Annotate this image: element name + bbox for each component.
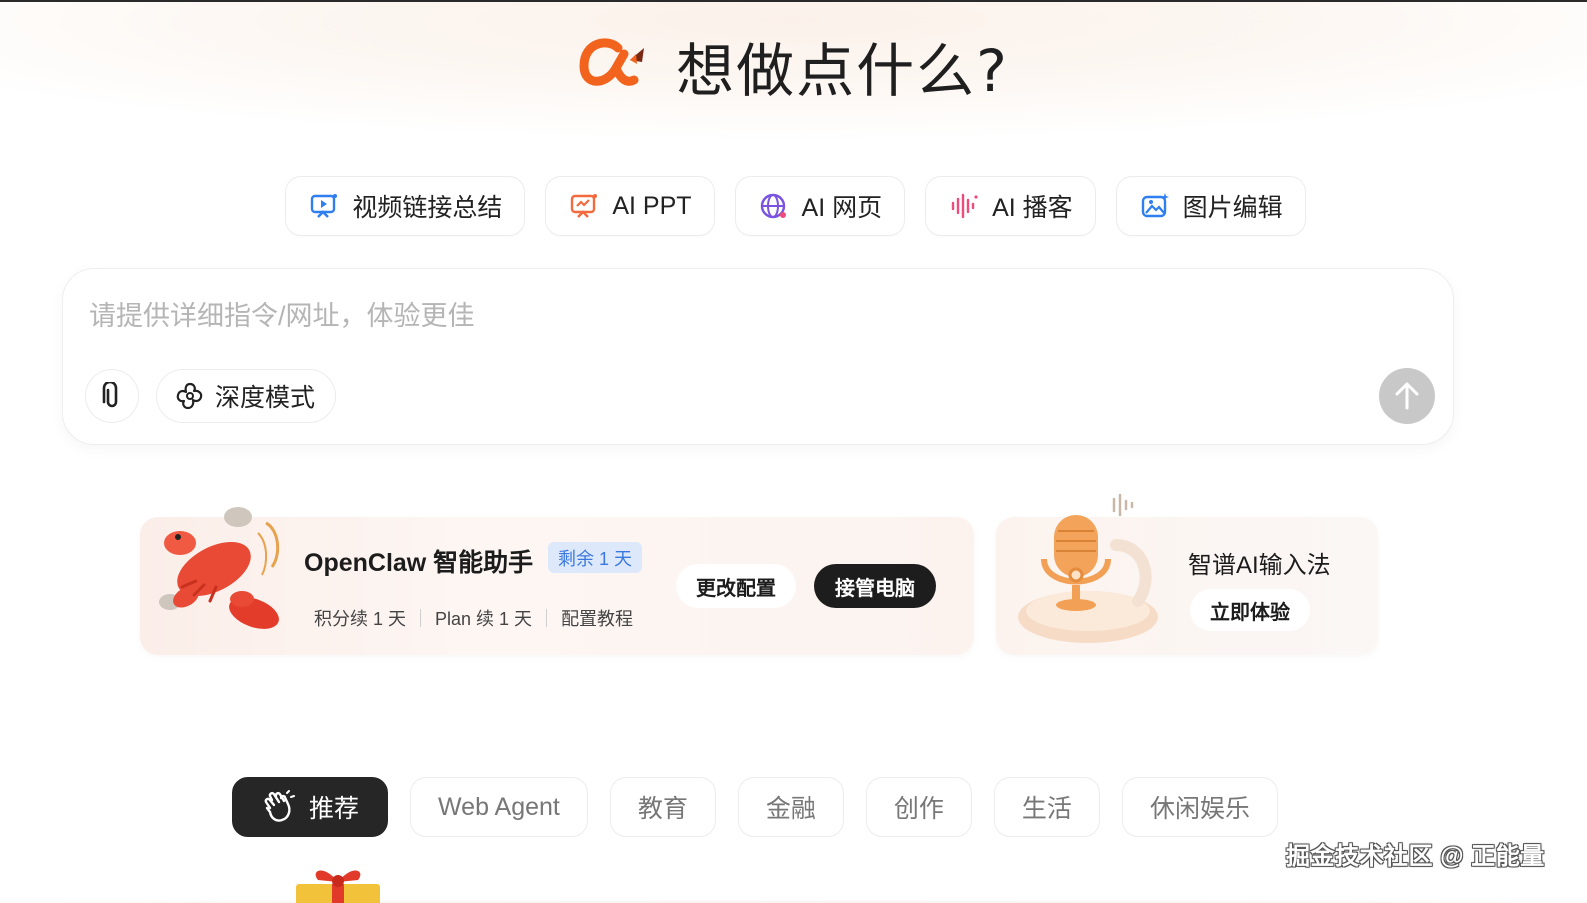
openclaw-meta: 积分续 1 天 Plan 续 1 天 配置教程 [314, 605, 633, 631]
deep-mode-label: 深度模式 [215, 384, 316, 412]
change-config-button[interactable]: 更改配置 [676, 564, 796, 608]
tab-label: 教育 [637, 795, 688, 823]
tab-recommended[interactable]: 推荐 [232, 777, 389, 837]
try-now-button[interactable]: 立即体验 [1190, 589, 1310, 631]
tab-life[interactable]: 生活 [993, 777, 1100, 837]
hero-header: 想做点什么? [0, 26, 1587, 106]
tab-label: 金融 [765, 795, 816, 823]
takeover-computer-button[interactable]: 接管电脑 [814, 564, 936, 608]
microphone-illustration [1018, 493, 1158, 643]
tab-label: 休闲娱乐 [1149, 795, 1250, 823]
audio-wave-icon [948, 190, 980, 222]
ppt-icon [568, 190, 600, 222]
input-method-title: 智谱AI输入法 [1188, 552, 1331, 579]
deep-mode-button[interactable]: 深度模式 [156, 369, 337, 423]
chip-ai-webpage[interactable]: AI 网页 [734, 176, 906, 236]
tab-label: 推荐 [309, 795, 360, 823]
lobster-illustration [159, 507, 280, 629]
deep-mode-icon [175, 381, 205, 411]
openclaw-title: OpenClaw 智能助手 [304, 549, 534, 577]
gift-box-illustration [296, 870, 380, 903]
chip-ai-podcast[interactable]: AI 播客 [925, 176, 1096, 236]
alpha-logo [579, 38, 645, 86]
tab-label: Web Agent [438, 792, 560, 821]
chip-label: AI 播客 [992, 194, 1073, 222]
chip-image-edit[interactable]: 图片编辑 [1115, 176, 1306, 236]
chip-ai-ppt[interactable]: AI PPT [545, 176, 715, 236]
chip-label: AI 网页 [801, 194, 883, 222]
prompt-input[interactable] [87, 295, 1391, 337]
config-tutorial-link[interactable]: 配置教程 [561, 605, 633, 631]
openclaw-promo-card[interactable]: OpenClaw 智能助手 剩余 1 天 积分续 1 天 Plan 续 1 天 … [140, 507, 974, 655]
tab-web-agent[interactable]: Web Agent [410, 777, 588, 837]
tab-creation[interactable]: 创作 [865, 777, 972, 837]
top-border [0, 0, 1587, 2]
chip-video-summary[interactable]: 视频链接总结 [285, 176, 526, 236]
video-summary-icon [308, 190, 340, 222]
quick-actions: 视频链接总结 AI PPT AI 网页 AI 播客 图片编辑 [0, 176, 1587, 236]
clap-hand-icon [261, 790, 295, 824]
plan-renewal: Plan 续 1 天 [435, 609, 533, 629]
arrow-up-icon [1395, 382, 1419, 410]
watermark: 掘金技术社区 @ 正能量 [1286, 843, 1545, 870]
input-method-promo-card[interactable]: 智谱AI输入法 立即体验 [996, 493, 1378, 655]
globe-icon [758, 190, 790, 222]
divider [420, 609, 422, 627]
image-edit-icon [1139, 190, 1171, 222]
chip-label: 图片编辑 [1182, 194, 1283, 222]
chip-label: 视频链接总结 [352, 194, 503, 222]
tab-finance[interactable]: 金融 [737, 777, 844, 837]
attach-button[interactable] [85, 369, 139, 423]
divider [546, 609, 548, 627]
prompt-card: 深度模式 [62, 268, 1454, 445]
paperclip-icon [102, 382, 118, 408]
tab-leisure[interactable]: 休闲娱乐 [1121, 777, 1278, 837]
page-title: 想做点什么? [676, 37, 1009, 105]
category-tabs: 推荐 Web Agent 教育 金融 创作 生活 休闲娱乐 [232, 777, 1278, 837]
chip-label: AI PPT [612, 191, 692, 220]
tab-education[interactable]: 教育 [609, 777, 716, 837]
tab-label: 创作 [893, 795, 944, 823]
tab-label: 生活 [1021, 795, 1072, 823]
remaining-days-badge: 剩余 1 天 [548, 542, 643, 573]
send-button[interactable] [1379, 368, 1435, 424]
points-renewal: 积分续 1 天 [314, 609, 407, 629]
